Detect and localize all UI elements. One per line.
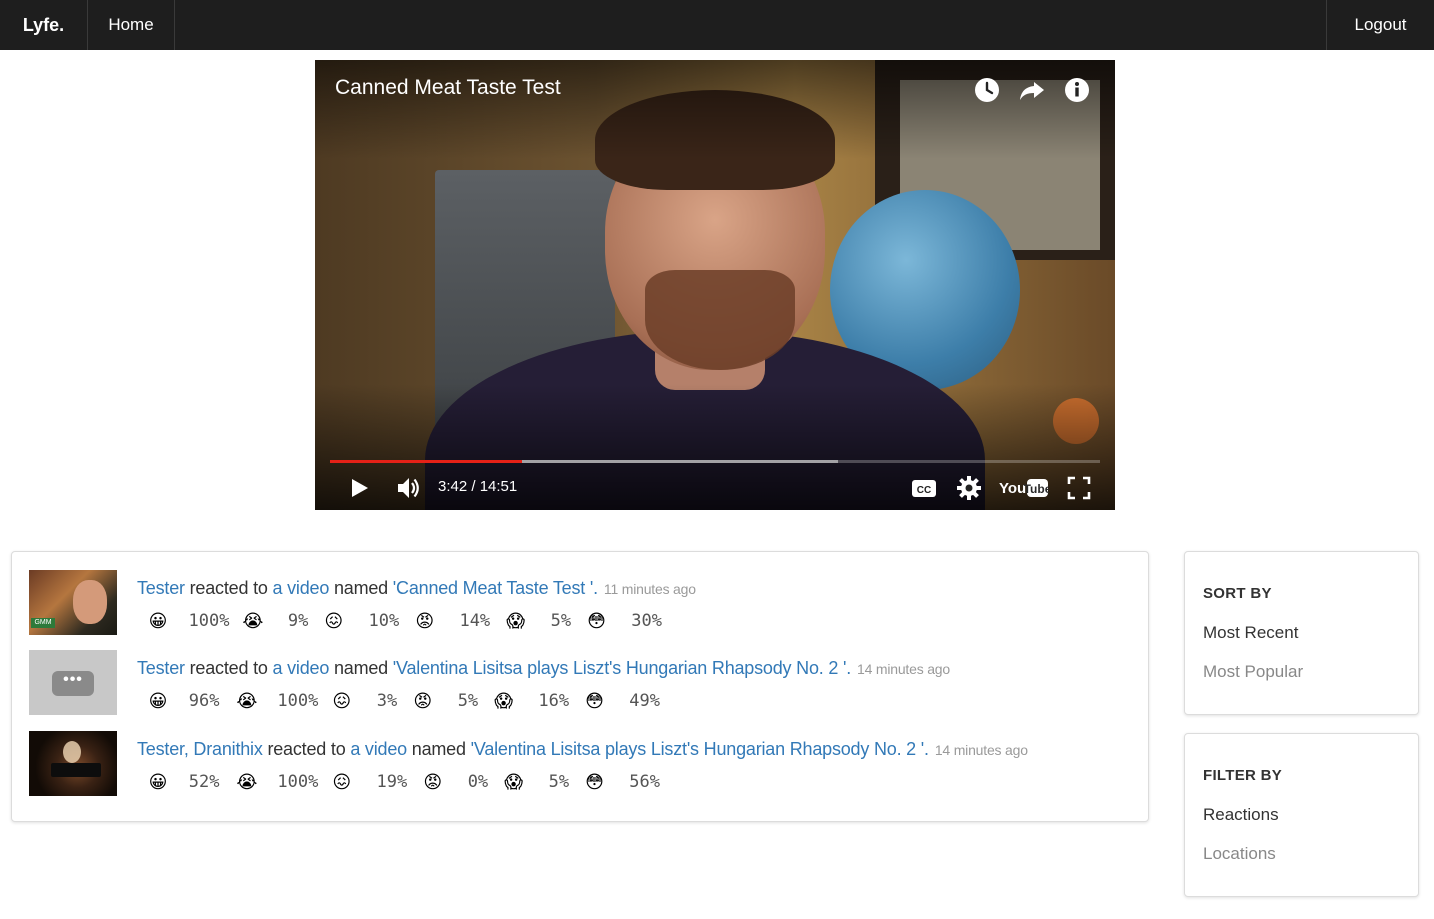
video-link[interactable]: a video <box>272 578 329 598</box>
happy-emoji-icon: 😀 <box>148 611 168 631</box>
play-icon[interactable] <box>345 474 373 502</box>
fear-emoji-icon: 😱 <box>494 691 513 711</box>
feed-item: Tester, Dranithix reacted to a video nam… <box>29 731 1129 797</box>
video-thumbnail[interactable]: GMM <box>29 570 117 635</box>
reaction-disgust: 😖 3% <box>332 691 398 711</box>
sad-emoji-icon: 😭 <box>242 611 264 631</box>
reaction-fear: 😱 16% <box>494 691 570 711</box>
reaction-disgust: 😖 19% <box>332 772 408 792</box>
filter-heading: FILTER BY <box>1203 767 1283 784</box>
timestamp: 14 minutes ago <box>857 661 950 677</box>
reactions-row: 😀 100% 😭 9% 😖 10% 😡 14% 😱 5% 😳 30% <box>147 610 662 634</box>
video-link[interactable]: a video <box>272 658 329 678</box>
reaction-sad: 😭 100% <box>236 772 319 792</box>
svg-text:Tube: Tube <box>1024 482 1049 496</box>
video-thumbnail[interactable] <box>29 731 117 796</box>
reaction-disgust: 😖 10% <box>324 611 400 631</box>
happy-emoji-icon: 😀 <box>148 772 168 792</box>
reactions-row: 😀 96% 😭 100% 😖 3% 😡 5% 😱 16% 😳 49% <box>147 690 660 714</box>
video-link[interactable]: a video <box>350 739 407 759</box>
video-name-link[interactable]: 'Valentina Lisitsa plays Liszt's Hungari… <box>471 739 929 759</box>
video-player[interactable]: Canned Meat Taste Test 3:42 / 14:51 CC Y… <box>315 60 1115 510</box>
reaction-sad: 😭 100% <box>236 691 319 711</box>
filter-locations[interactable]: Locations <box>1203 844 1276 864</box>
svg-text:CC: CC <box>917 485 931 496</box>
feed-item: ••• Tester reacted to a video named 'Val… <box>29 650 1129 716</box>
nav-home-link[interactable]: Home <box>88 0 175 50</box>
disgust-emoji-icon: 😖 <box>332 691 352 711</box>
angry-emoji-icon: 😡 <box>415 611 435 631</box>
disgust-emoji-icon: 😖 <box>332 772 352 792</box>
angry-emoji-icon: 😡 <box>423 772 443 792</box>
time-display: 3:42 / 14:51 <box>438 478 518 495</box>
surprise-emoji-icon: 😳 <box>587 611 606 631</box>
filter-reactions[interactable]: Reactions <box>1203 805 1279 825</box>
reaction-angry: 😡 14% <box>415 611 491 631</box>
volume-icon[interactable] <box>395 474 423 502</box>
filter-panel: FILTER BY Reactions Locations <box>1184 733 1419 897</box>
feed-item: GMM Tester reacted to a video named 'Can… <box>29 570 1129 636</box>
cc-icon[interactable]: CC <box>910 474 938 502</box>
svg-text:You: You <box>999 480 1026 497</box>
sort-heading: SORT BY <box>1203 585 1272 602</box>
sort-panel: SORT BY Most Recent Most Popular <box>1184 551 1419 715</box>
placeholder-thumbnail-icon: ••• <box>52 671 94 696</box>
reaction-happy: 😀 96% <box>148 691 220 711</box>
video-frame <box>315 60 1115 510</box>
disgust-emoji-icon: 😖 <box>324 611 344 631</box>
reaction-surprise: 😳 49% <box>585 691 660 711</box>
happy-emoji-icon: 😀 <box>148 691 168 711</box>
timestamp: 14 minutes ago <box>934 742 1028 758</box>
reaction-happy: 😀 52% <box>148 772 220 792</box>
reaction-sad: 😭 9% <box>242 611 309 631</box>
progress-played <box>330 460 522 463</box>
reaction-surprise: 😳 30% <box>587 611 662 631</box>
gear-icon[interactable] <box>955 474 983 502</box>
progress-bar[interactable] <box>330 460 1100 463</box>
reaction-angry: 😡 5% <box>413 691 479 711</box>
video-name-link[interactable]: 'Canned Meat Taste Test '. <box>393 578 598 598</box>
reaction-surprise: 😳 56% <box>585 772 660 792</box>
watch-later-icon[interactable] <box>973 76 1001 104</box>
brand-logo[interactable]: Lyfe. <box>0 0 88 50</box>
activity-feed: GMM Tester reacted to a video named 'Can… <box>11 551 1149 822</box>
user-link[interactable]: Tester <box>137 658 185 678</box>
user-link[interactable]: Tester <box>137 578 185 598</box>
reactions-row: 😀 52% 😭 100% 😖 19% 😡 0% 😱 5% 😳 56% <box>147 771 660 795</box>
video-name-link[interactable]: 'Valentina Lisitsa plays Liszt's Hungari… <box>393 658 851 678</box>
fullscreen-icon[interactable] <box>1065 474 1093 502</box>
feed-item-text: Tester reacted to a video named 'Canned … <box>137 578 696 598</box>
sort-most-popular[interactable]: Most Popular <box>1203 662 1303 682</box>
reaction-angry: 😡 0% <box>423 772 489 792</box>
angry-emoji-icon: 😡 <box>413 691 433 711</box>
video-thumbnail[interactable]: ••• <box>29 650 117 715</box>
surprise-emoji-icon: 😳 <box>585 772 604 792</box>
surprise-emoji-icon: 😳 <box>585 691 604 711</box>
youtube-logo[interactable]: You Tube <box>999 477 1049 499</box>
sad-emoji-icon: 😭 <box>236 691 258 711</box>
navbar: Lyfe. Home Logout <box>0 0 1434 50</box>
share-icon[interactable] <box>1018 76 1046 104</box>
nav-logout-link[interactable]: Logout <box>1326 0 1434 50</box>
info-icon[interactable] <box>1063 76 1091 104</box>
timestamp: 11 minutes ago <box>603 581 696 597</box>
sad-emoji-icon: 😭 <box>236 772 258 792</box>
feed-item-text: Tester reacted to a video named 'Valenti… <box>137 658 950 678</box>
reaction-fear: 😱 5% <box>504 772 570 792</box>
reaction-happy: 😀 100% <box>148 611 230 631</box>
user-link[interactable]: Tester, Dranithix <box>137 739 263 759</box>
fear-emoji-icon: 😱 <box>504 772 523 792</box>
sort-most-recent[interactable]: Most Recent <box>1203 623 1298 643</box>
feed-item-text: Tester, Dranithix reacted to a video nam… <box>137 739 1028 759</box>
video-title[interactable]: Canned Meat Taste Test <box>335 76 561 100</box>
fear-emoji-icon: 😱 <box>506 611 525 631</box>
reaction-fear: 😱 5% <box>506 611 572 631</box>
